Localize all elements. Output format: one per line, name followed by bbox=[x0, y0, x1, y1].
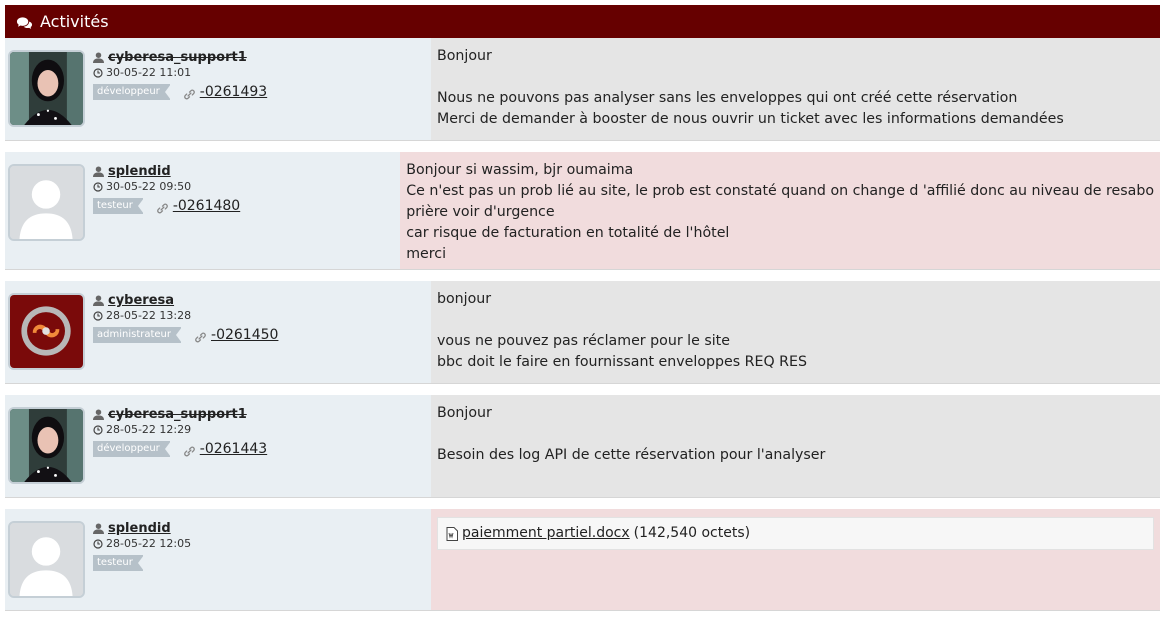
entry-date: 30-05-22 11:01 bbox=[106, 66, 192, 79]
entry-date: 28-05-22 12:05 bbox=[106, 537, 192, 550]
reference-link[interactable]: -0261480 bbox=[173, 198, 240, 214]
clock-icon bbox=[93, 181, 103, 192]
reference-link[interactable]: -0261443 bbox=[200, 441, 267, 457]
message-line bbox=[437, 67, 1154, 88]
entry-message: paiemment partiel.docx (142,540 octets) bbox=[431, 509, 1160, 610]
message-line: merci bbox=[406, 246, 447, 262]
entry-author-panel: splendid 30-05-22 09:50 testeur -0261480 bbox=[5, 152, 401, 269]
avatar[interactable] bbox=[8, 521, 85, 598]
message-line: Ce n'est pas un prob lié au site, le pro… bbox=[406, 183, 1154, 199]
entry-author-panel: cyberesa_support1 28-05-22 12:29 dévelop… bbox=[5, 395, 431, 497]
message-line: Bonjour si wassim, bjr oumaima bbox=[406, 162, 634, 178]
link-icon bbox=[194, 329, 207, 342]
page-title: Activités bbox=[40, 12, 109, 31]
message-line: vous ne pouvez pas réclamer pour le site bbox=[437, 333, 730, 349]
role-badge: développeur bbox=[93, 441, 171, 457]
user-link[interactable]: splendid bbox=[108, 164, 171, 179]
user-link[interactable]: cyberesa bbox=[108, 293, 174, 308]
entry-date: 30-05-22 09:50 bbox=[106, 180, 192, 193]
entry-message: Bonjour Besoin des log API de cette rése… bbox=[431, 395, 1160, 497]
avatar[interactable] bbox=[8, 407, 85, 484]
message-line: Bonjour bbox=[437, 405, 492, 421]
attachment: paiemment partiel.docx (142,540 octets) bbox=[437, 517, 1154, 550]
entry-message: Bonjour si wassim, bjr oumaima Ce n'est … bbox=[400, 152, 1160, 269]
message-line bbox=[437, 310, 1154, 331]
entry-date: 28-05-22 12:29 bbox=[106, 423, 192, 436]
user-icon bbox=[93, 52, 104, 63]
message-line: Besoin des log API de cette réservation … bbox=[437, 447, 826, 463]
message-line: bonjour bbox=[437, 291, 492, 307]
reference-link[interactable]: -0261450 bbox=[211, 327, 278, 343]
clock-icon bbox=[93, 538, 103, 549]
message-line: Nous ne pouvons pas analyser sans les en… bbox=[437, 90, 1018, 106]
link-icon bbox=[183, 443, 196, 456]
entry-message: Bonjour Nous ne pouvons pas analyser san… bbox=[431, 38, 1160, 140]
reference-link[interactable]: -0261493 bbox=[200, 84, 267, 100]
entry-date: 28-05-22 13:28 bbox=[106, 309, 192, 322]
activity-entry: splendid 30-05-22 09:50 testeur -0261480… bbox=[5, 152, 1160, 270]
message-line: prière voir d'urgence bbox=[406, 204, 555, 220]
link-icon bbox=[183, 86, 196, 99]
attachment-size: (142,540 octets) bbox=[633, 525, 751, 541]
message-line: Bonjour bbox=[437, 48, 492, 64]
entry-author-panel: splendid 28-05-22 12:05 testeur bbox=[5, 509, 431, 610]
user-link[interactable]: cyberesa_support1 bbox=[108, 50, 247, 65]
role-badge: testeur bbox=[93, 198, 144, 214]
role-badge: administrateur bbox=[93, 327, 183, 343]
entry-author-panel: cyberesa 28-05-22 13:28 administrateur -… bbox=[5, 281, 431, 383]
entry-message: bonjour vous ne pouvez pas réclamer pour… bbox=[431, 281, 1160, 383]
avatar[interactable] bbox=[8, 293, 85, 370]
user-icon bbox=[93, 166, 104, 177]
avatar[interactable] bbox=[8, 50, 85, 127]
attachment-link[interactable]: paiemment partiel.docx bbox=[462, 523, 630, 544]
activity-entry: splendid 28-05-22 12:05 testeur paiemmen… bbox=[5, 509, 1160, 611]
comments-icon bbox=[16, 15, 33, 29]
user-icon bbox=[93, 409, 104, 420]
activities-header: Activités bbox=[5, 5, 1160, 38]
word-file-icon bbox=[446, 526, 458, 541]
clock-icon bbox=[93, 424, 103, 435]
message-line: bbc doit le faire en fournissant envelop… bbox=[437, 354, 807, 370]
entry-author-panel: cyberesa_support1 30-05-22 11:01 dévelop… bbox=[5, 38, 431, 140]
activity-entry: cyberesa_support1 28-05-22 12:29 dévelop… bbox=[5, 395, 1160, 498]
message-line: car risque de facturation en totalité de… bbox=[406, 225, 730, 241]
clock-icon bbox=[93, 310, 103, 321]
clock-icon bbox=[93, 67, 103, 78]
user-link[interactable]: splendid bbox=[108, 521, 171, 536]
message-line: Merci de demander à booster de nous ouvr… bbox=[437, 111, 1064, 127]
role-badge: testeur bbox=[93, 555, 144, 571]
activity-entry: cyberesa 28-05-22 13:28 administrateur -… bbox=[5, 281, 1160, 384]
activity-entry: cyberesa_support1 30-05-22 11:01 dévelop… bbox=[5, 38, 1160, 141]
link-icon bbox=[156, 200, 169, 213]
avatar[interactable] bbox=[8, 164, 85, 241]
user-link[interactable]: cyberesa_support1 bbox=[108, 407, 247, 422]
user-icon bbox=[93, 295, 104, 306]
role-badge: développeur bbox=[93, 84, 171, 100]
message-line bbox=[437, 424, 1154, 445]
user-icon bbox=[93, 523, 104, 534]
